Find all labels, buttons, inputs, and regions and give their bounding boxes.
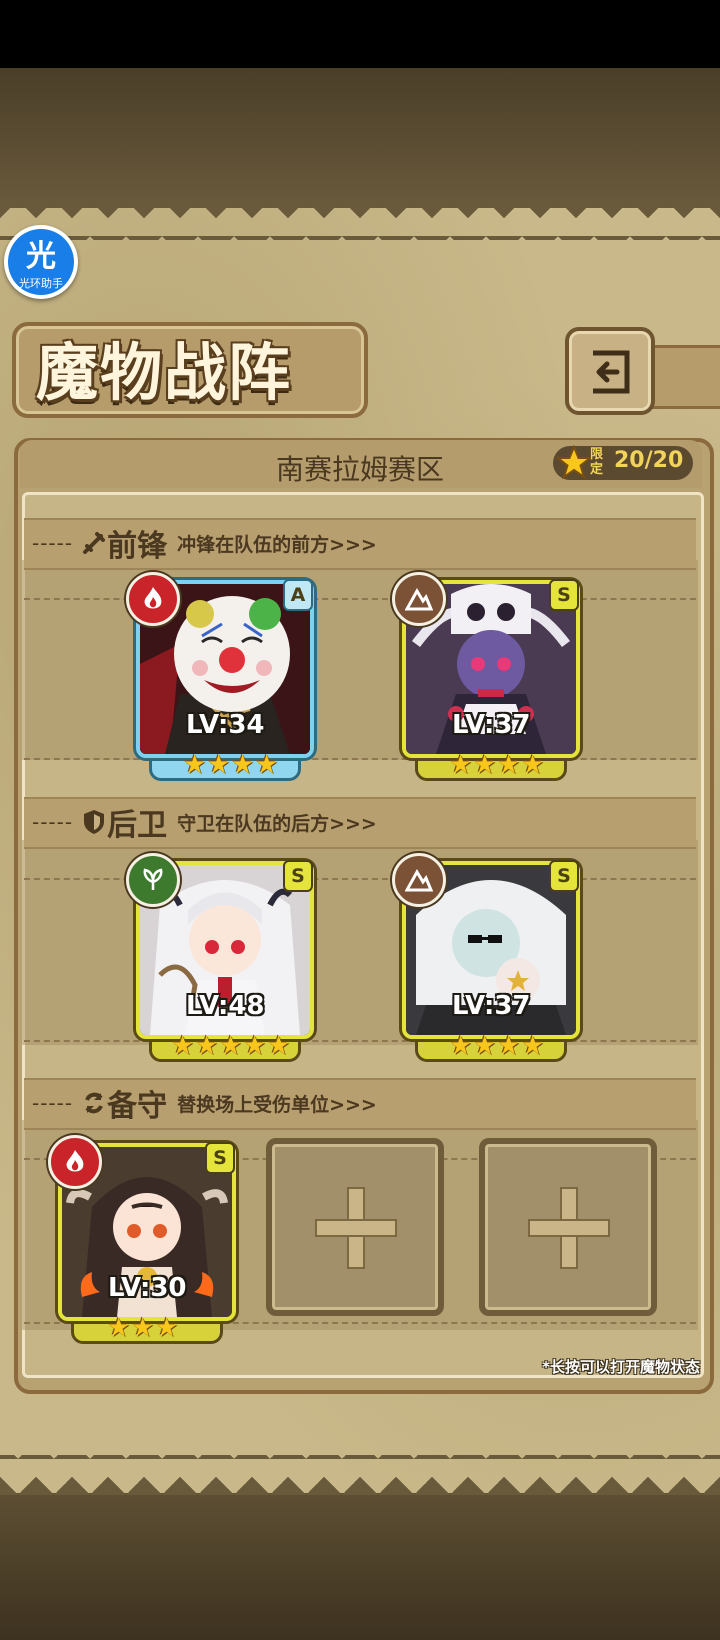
map-background-bottom <box>0 1490 720 1640</box>
star-icon: ★ <box>267 1031 291 1061</box>
grade-badge: S <box>205 1142 235 1174</box>
star-icon: ★ <box>207 750 231 780</box>
empty-reserve-slot-3[interactable] <box>479 1138 657 1316</box>
add-icon <box>315 1187 397 1269</box>
earth-element-icon <box>392 572 446 626</box>
monster-level: LV:30 <box>108 1273 187 1303</box>
header-dash: ----- <box>32 1091 74 1115</box>
grade-badge: S <box>283 860 313 892</box>
leaf-icon <box>143 868 163 890</box>
rear-row-area <box>22 840 698 1045</box>
back-button-rail <box>645 345 720 409</box>
wood-element-icon <box>126 853 180 907</box>
long-press-hint: *长按可以打开魔物状态 <box>542 1358 700 1376</box>
empty-reserve-slot-2[interactable] <box>266 1138 444 1316</box>
sword-icon <box>83 532 106 554</box>
grade-badge: S <box>549 579 579 611</box>
star-icon: ★ <box>497 750 521 780</box>
monster-level: LV:48 <box>186 991 265 1021</box>
limit-star-icon <box>556 445 592 480</box>
star-icon: ★ <box>219 1031 243 1061</box>
star-icon: ★ <box>243 1031 267 1061</box>
star-icon: ★ <box>473 750 497 780</box>
star-icon: ★ <box>473 1031 497 1061</box>
guide-line <box>24 1040 696 1042</box>
front-title: 前锋 <box>107 529 168 564</box>
grade-badge: S <box>549 860 579 892</box>
star-icon: ★ <box>183 750 207 780</box>
grade-badge: A <box>283 579 313 611</box>
fire-element-icon <box>48 1135 102 1189</box>
limit-label: 限定 <box>590 447 604 477</box>
star-icon: ★ <box>195 1031 219 1061</box>
assistant-glyph: 光 <box>26 239 56 274</box>
add-icon <box>528 1187 610 1269</box>
star-icon: ★ <box>449 750 473 780</box>
front-subtitle: 冲锋在队伍的前方>>> <box>177 533 377 556</box>
region-name: 南赛拉姆赛区 <box>275 453 444 486</box>
guide-line <box>24 758 696 760</box>
star-rating: ★ ★ ★ <box>107 1315 179 1345</box>
swap-icon <box>85 1092 103 1114</box>
star-rating: ★ ★ ★ ★ <box>449 752 545 782</box>
map-background-top <box>0 68 720 208</box>
reserve-subtitle: 替换场上受伤单位>>> <box>177 1093 377 1116</box>
flame-icon <box>66 1150 84 1172</box>
star-rating: ★ ★ ★ ★ <box>183 752 279 782</box>
back-arrow-icon <box>593 350 630 394</box>
guide-line <box>24 598 696 600</box>
mountain-icon <box>405 588 433 611</box>
star-icon: ★ <box>107 1313 131 1343</box>
assistant-label: 光环助手 <box>19 277 63 290</box>
star-icon: ★ <box>255 750 279 780</box>
star-icon: ★ <box>155 1313 179 1343</box>
star-icon: ★ <box>521 750 545 780</box>
reserve-section-header: ----- 备守 替换场上受伤单位>>> <box>32 1083 377 1124</box>
monster-level: LV:37 <box>452 991 531 1021</box>
star-icon: ★ <box>171 1031 195 1061</box>
earth-element-icon <box>392 853 446 907</box>
front-section-header: ----- 前锋 冲锋在队伍的前方>>> <box>32 523 377 564</box>
star-icon: ★ <box>131 1313 155 1343</box>
parchment-torn-edge-top <box>0 200 720 240</box>
front-row-area <box>22 560 698 760</box>
rear-section-header: ----- 后卫 守卫在队伍的后方>>> <box>32 802 377 843</box>
mountain-icon <box>405 869 433 892</box>
star-icon: ★ <box>521 1031 545 1061</box>
star-icon: ★ <box>231 750 255 780</box>
flame-icon <box>144 587 162 609</box>
reserve-title: 备守 <box>107 1089 168 1124</box>
limit-value: 20/20 <box>614 448 684 473</box>
star-rating: ★ ★ ★ ★ <box>449 1033 545 1063</box>
rear-subtitle: 守卫在队伍的后方>>> <box>177 812 377 835</box>
header-dash: ----- <box>32 810 74 834</box>
parchment-torn-edge-bottom <box>0 1455 720 1495</box>
header-dash: ----- <box>32 531 74 555</box>
guide-line <box>24 878 696 880</box>
assistant-floating-button[interactable]: 光 光环助手 <box>4 225 78 299</box>
star-rating: ★ ★ ★ ★ ★ <box>171 1033 291 1063</box>
page-title: 魔物战阵 <box>36 336 293 409</box>
status-bar <box>0 0 720 68</box>
star-icon: ★ <box>449 1031 473 1061</box>
monster-level: LV:34 <box>186 710 265 740</box>
monster-level: LV:37 <box>452 710 531 740</box>
shield-icon <box>84 810 105 834</box>
fire-element-icon <box>126 572 180 626</box>
rear-title: 后卫 <box>107 808 168 843</box>
star-icon: ★ <box>497 1031 521 1061</box>
back-button[interactable] <box>565 327 655 415</box>
